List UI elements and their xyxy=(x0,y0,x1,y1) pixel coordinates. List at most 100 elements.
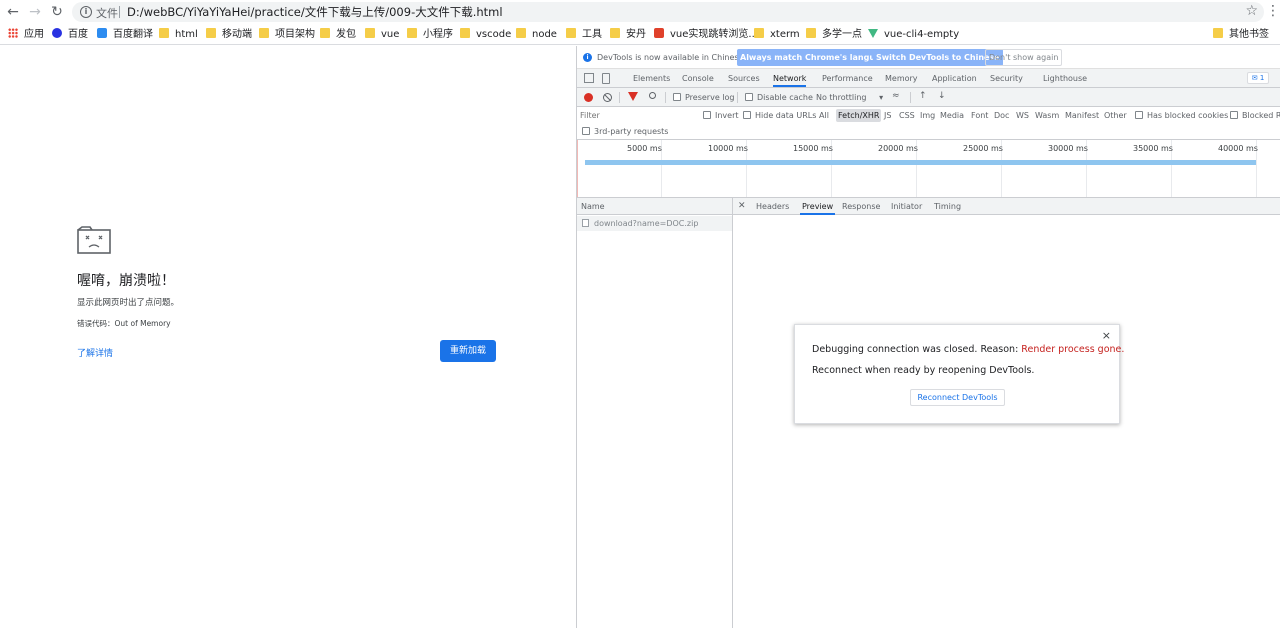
apps-grid-icon xyxy=(8,28,18,38)
forward-arrow-icon[interactable]: → xyxy=(26,3,44,21)
throttling-select[interactable]: No throttling ▾ xyxy=(816,93,883,102)
url-separator xyxy=(119,6,120,18)
bookmark-project-arch[interactable]: 项目架构 xyxy=(259,27,315,42)
import-har-icon[interactable]: ↑ xyxy=(919,91,927,101)
folder-icon xyxy=(566,28,576,38)
folder-icon xyxy=(407,28,417,38)
tab-application[interactable]: Application xyxy=(932,69,977,87)
page-content: 喔唷，崩溃啦！ 显示此网页时出了点问题。 错误代码：Out of Memory … xyxy=(0,46,576,628)
blocked-requests-checkbox[interactable]: Blocked R xyxy=(1230,111,1280,120)
filter-type-font[interactable]: Font xyxy=(971,111,988,120)
tab-preview[interactable]: Preview xyxy=(800,198,836,215)
bookmark-baidu-translate[interactable]: 百度翻译 xyxy=(97,27,153,42)
bookmark-baidu[interactable]: 百度 xyxy=(52,27,88,42)
url-scheme: 文件 xyxy=(96,7,118,20)
tab-lighthouse[interactable]: Lighthouse xyxy=(1043,69,1087,87)
always-match-language-button[interactable]: Always match Chrome's language xyxy=(737,49,895,66)
bookmark-mobile[interactable]: 移动端 xyxy=(206,27,252,42)
back-arrow-icon[interactable]: ← xyxy=(4,3,22,21)
filter-input[interactable] xyxy=(580,109,694,122)
tab-headers[interactable]: Headers xyxy=(756,198,789,215)
filter-type-all[interactable]: All xyxy=(819,111,829,120)
device-toolbar-icon[interactable] xyxy=(602,73,610,84)
reload-button[interactable]: 重新加载 xyxy=(440,340,496,362)
filter-type-media[interactable]: Media xyxy=(940,111,964,120)
request-row[interactable]: download?name=DOC.zip xyxy=(577,216,732,231)
bookmark-tools[interactable]: 工具 xyxy=(566,27,602,42)
filter-type-other[interactable]: Other xyxy=(1104,111,1127,120)
tab-elements[interactable]: Elements xyxy=(633,69,670,87)
tab-network[interactable]: Network xyxy=(773,69,807,87)
preserve-log-checkbox[interactable]: Preserve log xyxy=(673,93,735,102)
request-timing-bar xyxy=(585,160,1256,165)
clear-icon[interactable] xyxy=(603,93,612,102)
close-icon[interactable]: × xyxy=(1102,329,1111,342)
reload-icon[interactable]: ↻ xyxy=(48,3,66,21)
hide-data-urls-checkbox[interactable]: Hide data URLs xyxy=(743,111,816,120)
tab-sources[interactable]: Sources xyxy=(728,69,760,87)
bookmark-star-icon[interactable]: ☆ xyxy=(1245,3,1258,19)
bookmark-andan[interactable]: 安丹 xyxy=(610,27,646,42)
info-icon: i xyxy=(583,53,592,62)
bookmark-node[interactable]: node xyxy=(516,27,557,42)
column-header-name[interactable]: Name xyxy=(577,198,732,215)
url-text[interactable]: D:/webBC/YiYaYiYaHei/practice/文件下载与上传/00… xyxy=(127,4,503,20)
bookmark-miniprogram[interactable]: 小程序 xyxy=(407,27,453,42)
network-toolbar: Preserve log Disable cache No throttling… xyxy=(577,88,1280,107)
invert-checkbox[interactable]: Invert xyxy=(703,111,739,120)
checkbox-box xyxy=(673,93,681,101)
filter-type-wasm[interactable]: Wasm xyxy=(1035,111,1059,120)
tab-response[interactable]: Response xyxy=(842,198,880,215)
tab-performance[interactable]: Performance xyxy=(822,69,873,87)
folder-icon xyxy=(460,28,470,38)
tab-console[interactable]: Console xyxy=(682,69,714,87)
dont-show-again-button[interactable]: Don't show again xyxy=(985,49,1063,66)
folder-icon xyxy=(754,28,764,38)
messages-badge[interactable]: ✉ 1 xyxy=(1247,72,1269,84)
folder-icon xyxy=(610,28,620,38)
inspect-element-icon[interactable] xyxy=(584,73,594,83)
third-party-checkbox[interactable]: 3rd-party requests xyxy=(582,127,668,136)
browser-toolbar: ← → ↻ i 文件 D:/webBC/YiYaYiYaHei/practice… xyxy=(0,0,1280,24)
timeline-tick-label: 15000 ms xyxy=(793,144,833,153)
bookmark-learn-more[interactable]: 多学一点 xyxy=(806,27,862,42)
close-icon[interactable]: ✕ xyxy=(738,201,746,211)
filter-funnel-icon[interactable] xyxy=(628,92,638,101)
has-blocked-cookies-checkbox[interactable]: Has blocked cookies xyxy=(1135,111,1228,120)
filter-type-fetch-xhr[interactable]: Fetch/XHR xyxy=(836,109,882,122)
filter-type-doc[interactable]: Doc xyxy=(994,111,1009,120)
filter-type-ws[interactable]: WS xyxy=(1016,111,1029,120)
learn-more-link[interactable]: 了解详情 xyxy=(77,346,113,359)
sad-tab-icon xyxy=(77,226,111,254)
filter-type-manifest[interactable]: Manifest xyxy=(1065,111,1099,120)
filter-type-css[interactable]: CSS xyxy=(899,111,915,120)
search-icon[interactable] xyxy=(649,92,656,99)
export-har-icon[interactable]: ↓ xyxy=(938,91,946,101)
bookmark-vue[interactable]: vue xyxy=(365,27,399,42)
bookmark-xterm[interactable]: xterm xyxy=(754,27,800,42)
toolbar-divider xyxy=(665,92,666,103)
filter-type-img[interactable]: Img xyxy=(920,111,935,120)
network-conditions-icon[interactable]: ≈ xyxy=(892,91,900,101)
reconnect-devtools-button[interactable]: Reconnect DevTools xyxy=(910,389,1005,406)
record-icon[interactable] xyxy=(584,93,593,102)
tab-memory[interactable]: Memory xyxy=(885,69,918,87)
bookmark-publish[interactable]: 发包 xyxy=(320,27,356,42)
bookmark-apps[interactable]: 应用 xyxy=(8,27,44,42)
bookmark-other[interactable]: 其他书签 xyxy=(1213,27,1269,42)
disconnect-reason: Render process gone. xyxy=(1021,344,1125,355)
menu-dots-icon[interactable]: ⋮ xyxy=(1266,4,1280,18)
timeline-overview[interactable]: 5000 ms 10000 ms 15000 ms 20000 ms 25000… xyxy=(577,140,1280,198)
tab-security[interactable]: Security xyxy=(990,69,1023,87)
bookmark-vue-redirect[interactable]: vue实现跳转浏览... xyxy=(654,27,758,42)
tab-initiator[interactable]: Initiator xyxy=(891,198,922,215)
info-icon[interactable]: i xyxy=(80,6,92,18)
bookmark-html[interactable]: html xyxy=(159,27,198,42)
address-bar[interactable]: i 文件 D:/webBC/YiYaYiYaHei/practice/文件下载与… xyxy=(72,2,1264,22)
disable-cache-checkbox[interactable]: Disable cache xyxy=(745,93,813,102)
filter-type-js[interactable]: JS xyxy=(884,111,891,120)
tab-timing[interactable]: Timing xyxy=(934,198,961,215)
bookmark-vscode[interactable]: vscode xyxy=(460,27,511,42)
bookmark-vue-cli4[interactable]: vue-cli4-empty xyxy=(868,27,959,42)
switch-to-chinese-button[interactable]: Switch DevTools to Chinese xyxy=(873,49,1003,66)
